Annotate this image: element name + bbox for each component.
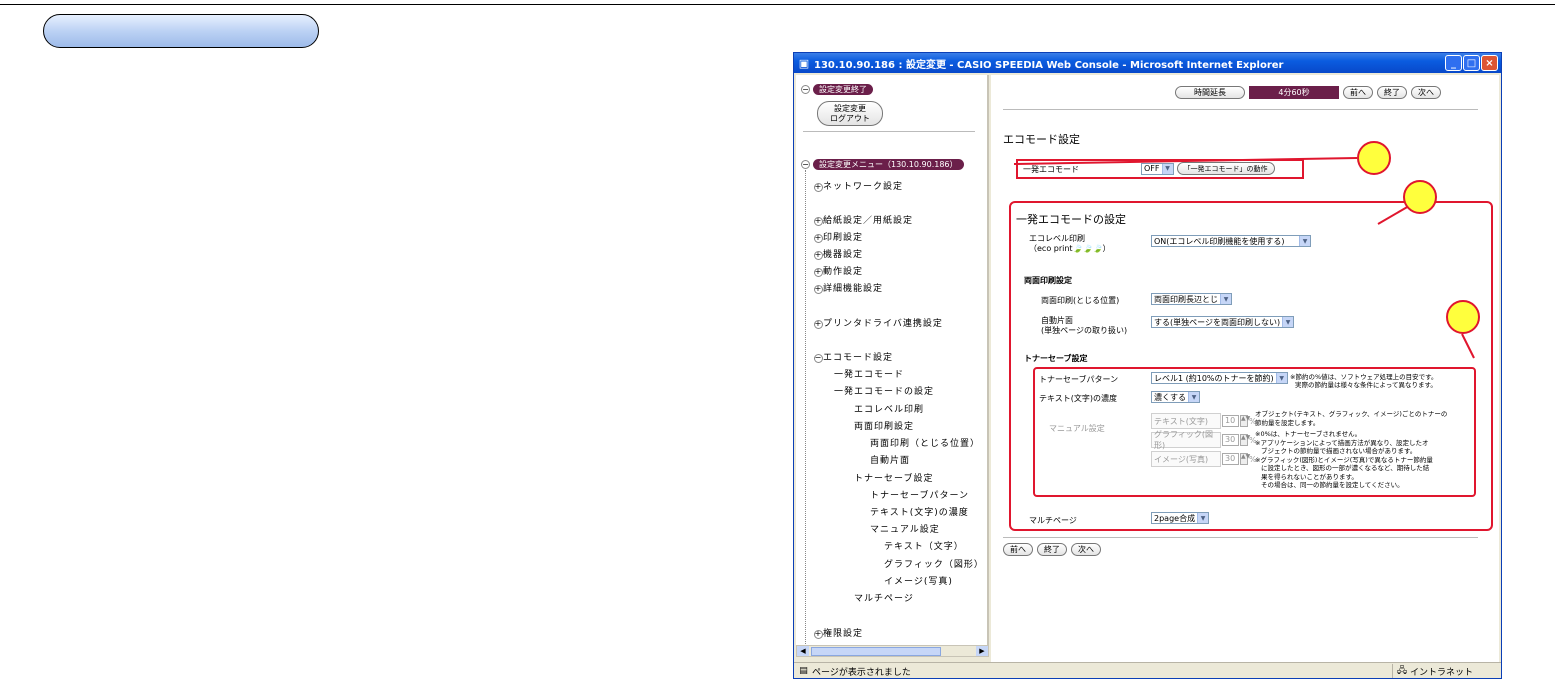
callout-3 — [1446, 300, 1480, 334]
callout-2 — [1403, 180, 1437, 214]
callout-overlay — [1013, 157, 1475, 359]
callout-1 — [1357, 141, 1391, 175]
